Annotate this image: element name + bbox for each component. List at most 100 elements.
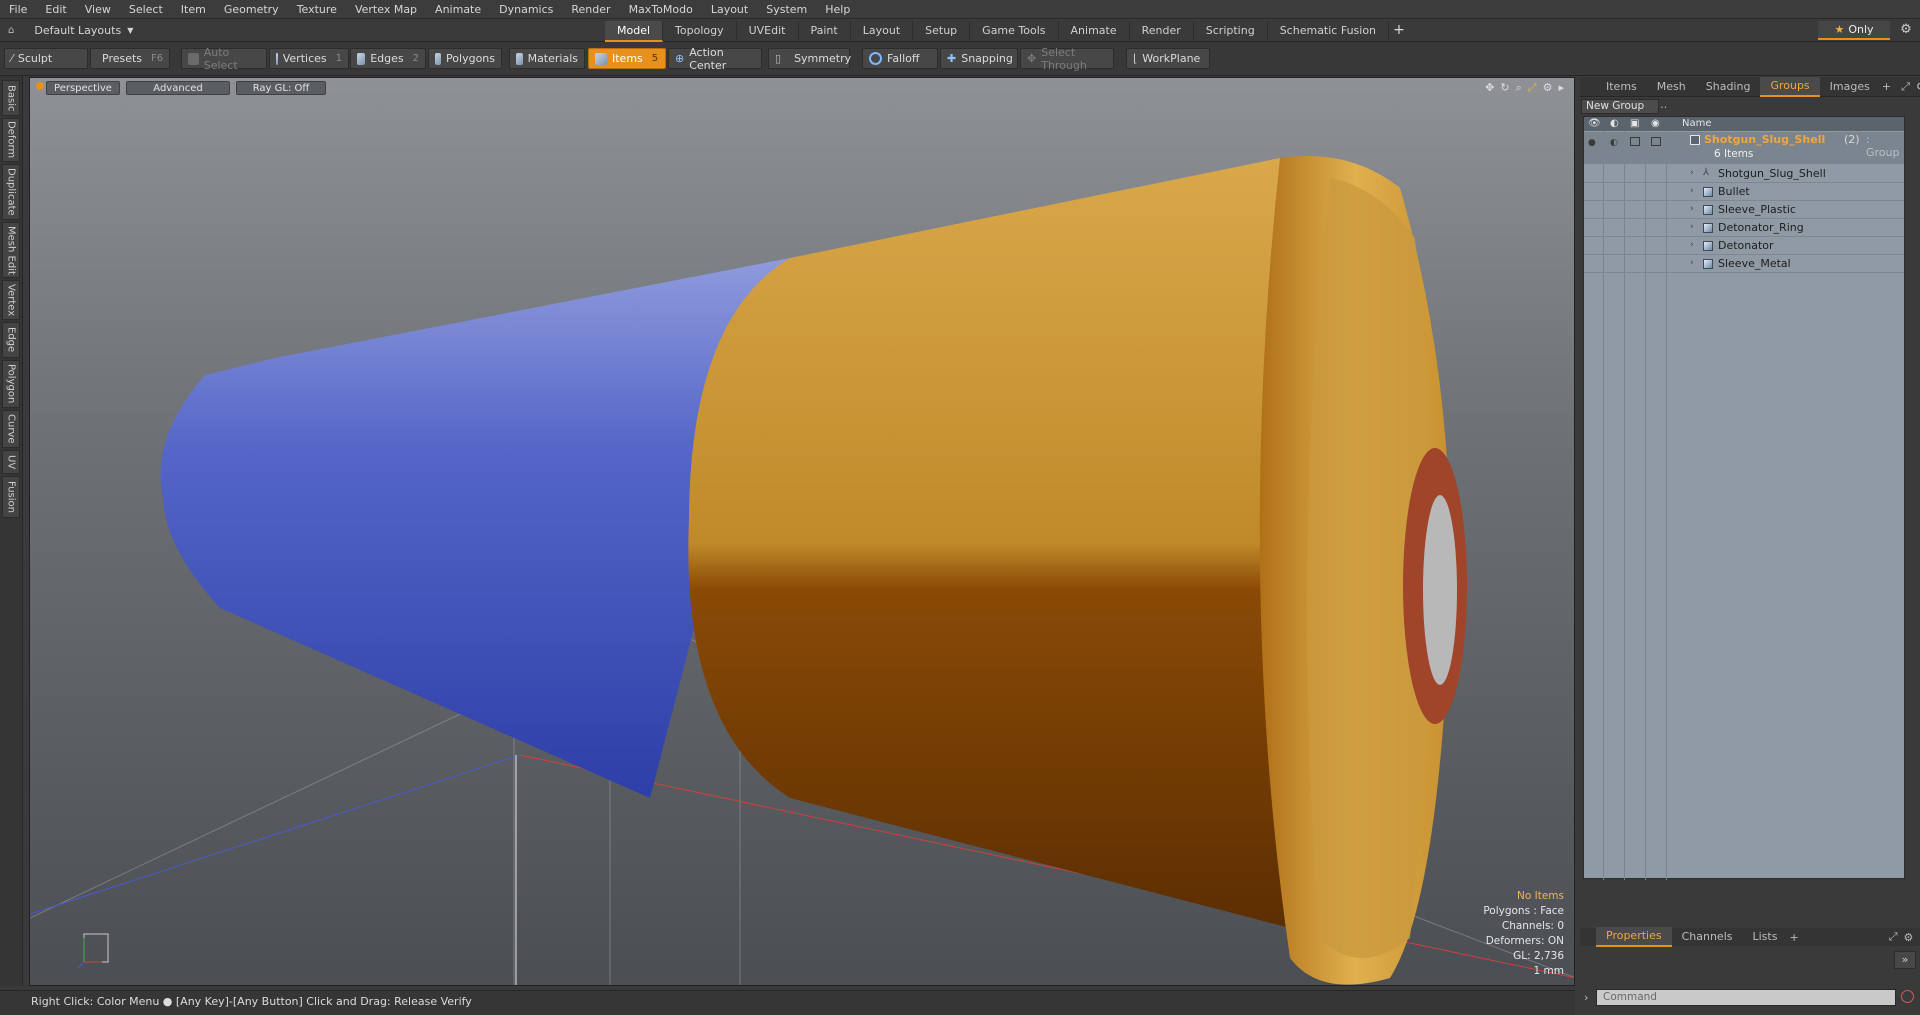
select-toggle-icon[interactable] [1651,137,1661,146]
tab-scripting[interactable]: Scripting [1194,21,1268,40]
menu-maxtomodo[interactable]: MaxToModo [620,3,702,16]
home-icon[interactable]: ⌂ [8,25,14,36]
tab-game-tools[interactable]: Game Tools [970,21,1059,40]
select-column-icon[interactable]: ◉ [1651,118,1660,129]
list-item-bullet[interactable]: › Bullet [1584,183,1904,201]
menu-item[interactable]: Item [172,3,215,16]
add-tab-icon[interactable]: + [1882,80,1891,93]
tab-animate[interactable]: Animate [1059,21,1130,40]
tab-layout[interactable]: Layout [851,21,914,40]
list-item-detonator[interactable]: › Detonator [1584,237,1904,255]
tab-items[interactable]: Items [1596,78,1647,96]
tab-render[interactable]: Render [1130,21,1194,40]
symmetry-button[interactable]: ▯ Symmetry [768,48,851,69]
vtab-edge[interactable]: Edge [2,322,20,358]
list-item-shotgun-slug-shell[interactable]: › ⅄ Shotgun_Slug_Shell [1584,165,1904,183]
expand-arrow-icon[interactable]: › [1690,168,1694,178]
group-row[interactable]: ● ◐ Shotgun_Slug_Shell (2) : Group 6 Ite… [1584,132,1904,164]
tab-mesh[interactable]: Mesh ... [1647,78,1696,111]
command-input[interactable]: Command [1596,989,1896,1006]
action-center-button[interactable]: ⊕ Action Center [668,46,762,72]
polygons-button[interactable]: Polygons [428,48,502,69]
expand-arrow-icon[interactable]: › [1690,258,1694,268]
view-perspective-button[interactable]: Perspective [46,81,120,95]
menu-layout[interactable]: Layout [702,3,757,16]
vtab-fusion[interactable]: Fusion [2,476,20,518]
tab-setup[interactable]: Setup [913,21,971,40]
vtab-mesh-edit[interactable]: Mesh Edit [2,222,20,278]
name-column-header[interactable]: Name [1682,118,1712,129]
zoom-view-icon[interactable]: ⌕ [1516,81,1522,95]
vtab-curve[interactable]: Curve [2,410,20,448]
menu-animate[interactable]: Animate [426,3,490,16]
menu-dynamics[interactable]: Dynamics [490,3,562,16]
menu-help[interactable]: Help [816,3,859,16]
expand-arrow-icon[interactable]: › [1690,222,1694,232]
menu-edit[interactable]: Edit [36,3,75,16]
sculpt-button[interactable]: ⁄ Sculpt [4,48,88,69]
add-tab-icon[interactable]: + [1789,931,1798,944]
vtab-vertex[interactable]: Vertex [2,280,20,320]
raygl-button[interactable]: Ray GL: Off [236,81,326,95]
menu-file[interactable]: File [0,3,36,16]
select-through-button[interactable]: ✥ Select Through [1020,46,1114,72]
visibility-eye-icon[interactable]: ● [1588,138,1596,148]
3d-viewport[interactable]: Perspective Advanced Ray GL: Off ✥ ↻ ⌕ ⤢… [29,77,1575,986]
panel-settings-icon[interactable]: ⚙ [1916,80,1920,93]
tab-groups[interactable]: Groups [1760,76,1820,97]
visibility-column-icon[interactable]: 👁 [1588,118,1601,129]
tab-properties[interactable]: Properties [1596,927,1672,947]
lock-toggle-icon[interactable] [1630,137,1640,146]
record-icon[interactable] [1901,990,1914,1003]
vtab-uv[interactable]: UV [2,450,20,474]
tab-channels[interactable]: Channels [1672,928,1743,946]
render-toggle-icon[interactable]: ◐ [1610,138,1618,148]
list-item-sleeve-plastic[interactable]: › Sleeve_Plastic [1584,201,1904,219]
render-column-icon[interactable]: ◐ [1610,118,1619,129]
menu-geometry[interactable]: Geometry [215,3,288,16]
menu-render[interactable]: Render [562,3,619,16]
tab-images[interactable]: Images [1820,78,1880,96]
vertices-button[interactable]: Vertices 1 [269,48,349,69]
workplane-button[interactable]: ⌊ WorkPlane [1126,48,1210,69]
presets-button[interactable]: Presets F6 [90,48,170,69]
tab-shading[interactable]: Shading [1696,78,1761,96]
vtab-deform[interactable]: Deform [2,118,20,162]
new-group-button[interactable]: New Group [1581,99,1659,114]
expand-panel-icon[interactable]: ⤢ [1901,80,1910,94]
expand-arrows-button[interactable]: » [1894,951,1916,969]
gear-icon[interactable]: ⚙ [1897,22,1915,39]
tab-schematic-fusion[interactable]: Schematic Fusion [1268,21,1390,40]
lock-column-icon[interactable]: ▣ [1630,118,1639,129]
list-item-detonator-ring[interactable]: › Detonator_Ring [1584,219,1904,237]
snapping-button[interactable]: ✚ Snapping [940,48,1018,69]
move-view-icon[interactable]: ✥ [1485,81,1494,95]
menu-vertex-map[interactable]: Vertex Map [346,3,426,16]
only-button[interactable]: ★ Only [1818,21,1890,40]
vtab-duplicate[interactable]: Duplicate [2,164,20,220]
tab-topology[interactable]: Topology [663,21,737,40]
expand-arrow-icon[interactable]: › [1690,204,1694,214]
items-button[interactable]: Items 5 [588,48,666,69]
falloff-button[interactable]: Falloff [862,48,938,69]
tab-lists[interactable]: Lists [1743,928,1788,946]
vtab-basic[interactable]: Basic [2,80,20,116]
panel-settings-icon[interactable]: ⚙ [1904,931,1914,944]
menu-select[interactable]: Select [120,3,172,16]
fit-view-icon[interactable]: ⤢ [1528,81,1537,95]
layout-selector[interactable]: ⌂ Default Layouts ▼ [8,22,133,39]
viewport-menu-icon[interactable] [36,82,44,90]
viewport-more-icon[interactable]: ▸ [1558,81,1564,95]
menu-texture[interactable]: Texture [288,3,346,16]
auto-select-button[interactable]: Auto Select [181,46,267,72]
edges-button[interactable]: Edges 2 [350,48,426,69]
list-item-sleeve-metal[interactable]: › Sleeve_Metal [1584,255,1904,273]
expand-arrow-icon[interactable]: › [1690,240,1694,250]
tab-uvedit[interactable]: UVEdit [737,21,799,40]
menu-system[interactable]: System [757,3,816,16]
materials-button[interactable]: Materials [509,48,585,69]
rotate-view-icon[interactable]: ↻ [1500,81,1509,95]
viewport-settings-icon[interactable]: ⚙ [1543,81,1553,95]
add-tab-icon[interactable]: + [1389,21,1409,40]
expand-arrow-icon[interactable]: › [1690,186,1694,196]
